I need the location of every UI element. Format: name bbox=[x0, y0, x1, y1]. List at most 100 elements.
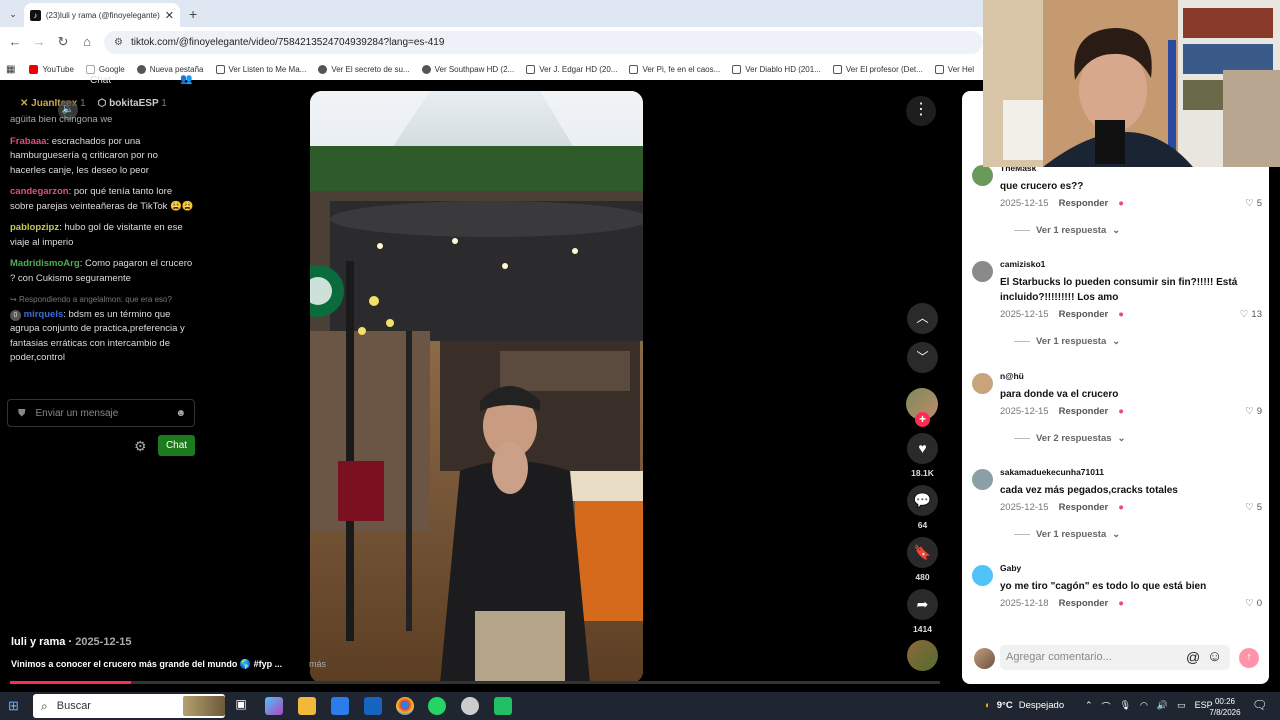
chevron-up-icon[interactable]: ⌃ bbox=[1085, 700, 1093, 713]
notification-icon[interactable]: 🗨 bbox=[1252, 698, 1267, 712]
comment-meta: 2025-12-15 Responder ● bbox=[1000, 198, 1124, 209]
comment-like[interactable]: ♡ 9 bbox=[1245, 406, 1262, 417]
follow-plus-icon[interactable]: + bbox=[915, 412, 930, 427]
site-info-icon[interactable]: ⚙ bbox=[114, 37, 123, 48]
comment-icon[interactable]: 💬 bbox=[907, 485, 938, 516]
bookmark-item[interactable]: YouTube bbox=[29, 64, 74, 74]
file-explorer-icon[interactable] bbox=[298, 697, 316, 715]
comment-like[interactable]: ♡ 13 bbox=[1240, 309, 1262, 320]
tab-search-icon[interactable]: ⌄ bbox=[5, 6, 21, 22]
video-player[interactable] bbox=[310, 91, 643, 683]
streaming-app-icon[interactable] bbox=[494, 697, 512, 715]
start-icon[interactable]: ⊞ bbox=[8, 698, 19, 714]
comment-avatar[interactable] bbox=[972, 261, 993, 282]
previous-video-icon[interactable]: ︿ bbox=[907, 303, 938, 334]
apps-icon[interactable]: ▦ bbox=[6, 64, 15, 75]
chat-input[interactable]: ⛊ Enviar un mensaje ☻ bbox=[7, 399, 195, 427]
wifi-icon[interactable]: ◠ bbox=[1140, 700, 1148, 713]
back-icon[interactable]: ← bbox=[6, 34, 24, 49]
view-replies-button[interactable]: Ver 1 respuesta ⌄ bbox=[1014, 336, 1120, 347]
comment-username[interactable]: Gaby bbox=[1000, 563, 1021, 573]
video-description: Vinimos a conocer el crucero más grande … bbox=[11, 659, 283, 669]
forward-icon[interactable]: → bbox=[30, 34, 48, 49]
taskbar-search[interactable]: ⌕ Buscar bbox=[33, 694, 225, 718]
mic-icon[interactable]: 🎙 bbox=[1120, 700, 1131, 713]
bookmark-item[interactable]: Ver El profesor (Det... bbox=[832, 64, 923, 74]
comment-username[interactable]: n@hü bbox=[1000, 371, 1024, 381]
emoji-icon[interactable]: ☻ bbox=[175, 408, 186, 419]
bookmark-item[interactable]: Ver J. Edgar HD (20... bbox=[526, 64, 617, 74]
comment-like[interactable]: ♡ 5 bbox=[1245, 198, 1262, 209]
comment-username[interactable]: camizisko1 bbox=[1000, 259, 1045, 269]
video-progress-fill bbox=[10, 681, 131, 684]
outlook-icon[interactable] bbox=[364, 697, 382, 715]
chat-users-icon[interactable]: 👥 bbox=[180, 74, 192, 85]
comment-date: 2025-12-15 bbox=[1000, 406, 1049, 417]
close-tab-icon[interactable]: ✕ bbox=[165, 9, 174, 22]
bookmark-item[interactable]: Ver Listen to Me Ma... bbox=[215, 64, 306, 74]
reply-button[interactable]: Responder bbox=[1059, 406, 1109, 417]
reply-button[interactable]: Responder bbox=[1059, 502, 1109, 513]
heart-outline-icon: ♡ bbox=[1245, 406, 1254, 417]
video-progress-bar[interactable] bbox=[10, 681, 940, 684]
address-bar[interactable]: ⚙ tiktok.com/@finoyelegante/video/758421… bbox=[104, 31, 983, 54]
heart-outline-icon: ♡ bbox=[1239, 309, 1249, 320]
chat-message: 0 mirquels: bdsm es un término que agrup… bbox=[10, 308, 185, 363]
chevron-down-icon: ⌄ bbox=[1112, 336, 1121, 347]
globe-icon bbox=[136, 64, 146, 74]
post-comment-icon[interactable]: ↑ bbox=[1239, 648, 1259, 668]
bookmark-item[interactable]: Ver Hel bbox=[934, 64, 974, 74]
view-replies-button[interactable]: Ver 1 respuesta ⌄ bbox=[1014, 225, 1120, 236]
chat-send-button[interactable]: Chat bbox=[158, 435, 195, 456]
weather-widget[interactable]: ◐ 9°C Despejado bbox=[985, 700, 1064, 711]
webcam-feed bbox=[983, 0, 1280, 167]
new-tab-icon[interactable]: + bbox=[189, 6, 197, 22]
browser-tab[interactable]: ♪ (23)luli y rama (@finoyelegante) ✕ bbox=[24, 3, 180, 27]
comment-username[interactable]: sakamaduekecunha71011 bbox=[1000, 467, 1104, 477]
store-icon[interactable] bbox=[331, 697, 349, 715]
share-icon[interactable]: ➦ bbox=[907, 589, 938, 620]
video-author[interactable]: luli y rama · 2025-12-15 bbox=[11, 636, 131, 648]
bookmark-item[interactable]: Ver Diablo HD (201... bbox=[732, 64, 821, 74]
bookmark-item[interactable]: Ver El secreto de su... bbox=[318, 64, 410, 74]
chat-badge-icon[interactable]: ⛊ bbox=[18, 408, 26, 419]
reply-button[interactable]: Responder bbox=[1059, 309, 1109, 320]
comment-avatar[interactable] bbox=[972, 373, 993, 394]
task-view-icon[interactable]: ▣ bbox=[232, 697, 250, 715]
like-icon[interactable]: ♥ bbox=[907, 433, 938, 464]
comment-like[interactable]: ♡ 5 bbox=[1245, 502, 1262, 513]
battery-icon[interactable]: ▭ bbox=[1177, 700, 1186, 713]
chat-settings-icon[interactable]: ⚙ bbox=[134, 438, 147, 455]
whatsapp-icon[interactable] bbox=[428, 697, 446, 715]
comment-avatar[interactable] bbox=[972, 565, 993, 586]
clock[interactable]: 00:26 7/8/2026 bbox=[1203, 696, 1247, 718]
comment-like[interactable]: ♡ 0 bbox=[1245, 598, 1262, 609]
more-options-icon[interactable]: ⋮ bbox=[906, 96, 936, 126]
bookmark-item[interactable]: Ver Southpaw HD (2... bbox=[421, 64, 514, 74]
chat-message: MadridismoArg: Como pagaron el crucero ?… bbox=[10, 258, 193, 284]
video-frame bbox=[310, 91, 643, 683]
network-icon[interactable]: ⌒ bbox=[1102, 700, 1111, 713]
reply-button[interactable]: Responder bbox=[1059, 598, 1109, 609]
view-replies-button[interactable]: Ver 1 respuesta ⌄ bbox=[1014, 529, 1120, 540]
chrome-icon[interactable] bbox=[396, 697, 414, 715]
volume-icon[interactable]: 🔊 bbox=[1157, 700, 1168, 713]
emoji-icon[interactable]: ☺ bbox=[1207, 648, 1222, 665]
comment-avatar[interactable] bbox=[972, 469, 993, 490]
copilot-icon[interactable] bbox=[265, 697, 283, 715]
reload-icon[interactable]: ↻ bbox=[54, 34, 72, 50]
bookmark-item[interactable]: Ver Pi, fe en el caos... bbox=[629, 64, 720, 74]
next-video-icon[interactable]: ﹀ bbox=[907, 342, 938, 373]
mention-icon[interactable]: @ bbox=[1186, 649, 1200, 665]
comment-avatar[interactable] bbox=[972, 165, 993, 186]
view-replies-button[interactable]: Ver 2 respuestas ⌄ bbox=[1014, 433, 1126, 444]
bookmark-item[interactable]: Nueva pestaña bbox=[136, 64, 204, 74]
bookmark-item[interactable]: Google bbox=[85, 64, 125, 74]
home-icon[interactable]: ⌂ bbox=[78, 34, 96, 49]
description-more-link[interactable]: más bbox=[309, 659, 326, 669]
music-disc-icon[interactable] bbox=[907, 640, 938, 671]
reply-button[interactable]: Responder bbox=[1059, 198, 1109, 209]
bookmark-icon[interactable]: 🔖 bbox=[907, 537, 938, 568]
app-icon[interactable] bbox=[461, 697, 479, 715]
chat-top-user[interactable]: ⬡ bokitaESP 1 bbox=[98, 98, 167, 109]
